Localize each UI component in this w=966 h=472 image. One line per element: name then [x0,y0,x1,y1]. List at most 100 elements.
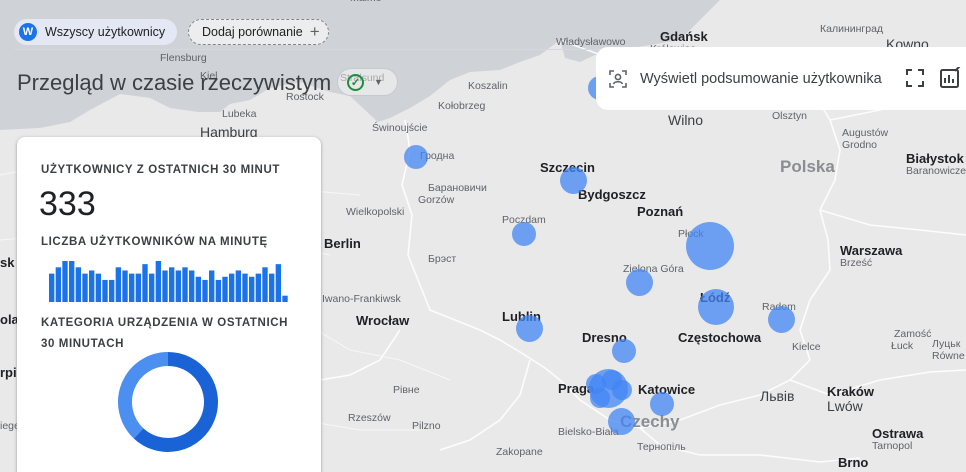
donut-segment-desktop[interactable] [118,352,169,439]
all-users-label: Wszyscy użytkownicy [45,25,166,39]
users-30min-label: UŻYTKOWNICY Z OSTATNICH 30 MINUT [41,164,280,176]
all-users-chip[interactable]: W Wszyscy użytkownicy [14,19,178,45]
users-per-minute-chart[interactable] [49,259,289,302]
minute-bar-12[interactable] [129,273,135,302]
map-bubble-łódź[interactable] [625,268,653,296]
add-comparison-button[interactable]: Dodaj porównanie + [188,19,329,45]
map-label-0: Malmö [350,0,382,4]
minute-bar-1[interactable] [55,267,62,302]
minute-bar-32[interactable] [262,267,268,302]
map-label-64: ola [0,312,19,327]
map-bubble-poznań[interactable] [512,222,536,246]
map-bubble-szczecin[interactable] [404,145,428,169]
minute-bar-2[interactable] [62,261,68,302]
minute-bar-31[interactable] [255,273,262,302]
map-bubble-katowice-cluster-2[interactable] [612,380,632,400]
map-label-54: Pilzno [412,420,441,432]
map-label-58: Tarnopol [872,440,913,452]
map-label-50: Kraków [827,384,874,399]
map-label-15: Wilno [668,112,704,128]
minute-bar-19[interactable] [175,270,182,302]
minute-bar-17[interactable] [162,270,168,302]
check-circle-icon: ✓ [347,73,364,91]
minute-bar-13[interactable] [135,273,142,302]
map-label-26: Gorzów [418,194,455,206]
device-category-donut[interactable] [117,351,219,453]
minute-bar-5[interactable] [82,273,88,302]
minute-bar-6[interactable] [89,270,95,302]
map-label-27: Wielkopolski [346,206,405,218]
map-label-59: Тернопіль [637,441,686,453]
minute-bar-30[interactable] [249,276,255,302]
users-30min-value: 333 [39,185,96,223]
minute-bar-7[interactable] [95,273,102,302]
user-summary-button[interactable]: Wyświetl podsumowanie użytkownika [640,71,882,87]
map-bubble-lublin[interactable] [767,305,795,333]
map-label-46: Równe [932,350,965,362]
minute-bar-27[interactable] [229,273,235,302]
device-category-label: KATEGORIA URZĄDZENIA W OSTATNICH [41,317,289,329]
map-bubble-bydgoszcz[interactable] [559,166,587,194]
map-bubble-wrocław[interactable] [515,314,543,342]
map-bubble-warszawa[interactable] [686,222,734,270]
minute-bar-3[interactable] [69,261,75,302]
minute-bar-9[interactable] [109,279,115,302]
map-label-17: Augustów [842,127,889,139]
map-bubble-katowice-cluster-3[interactable] [590,388,610,408]
device-category-label-2: 30 MINUTACH [41,338,125,350]
map-label-7: Koszalin [468,80,508,92]
map-bubble-częstochowa[interactable] [612,339,636,363]
users-per-minute-label: LICZBA UŻYTKOWNIKÓW NA MINUTĘ [41,236,268,248]
status-dropdown[interactable]: ✓ ▼ [337,68,398,96]
minute-bar-8[interactable] [102,279,108,302]
minute-bar-0[interactable] [49,273,55,302]
map-label-18: Grodno [842,139,878,151]
map-label-30: Poznań [637,204,684,219]
minute-bar-18[interactable] [169,267,175,302]
minute-bar-20[interactable] [182,267,188,302]
map-bubble-kraków[interactable] [650,392,674,416]
map-bubble-bielsko-biała[interactable] [607,407,635,435]
minute-bar-28[interactable] [235,270,242,302]
minute-bar-10[interactable] [115,267,122,302]
minute-bar-26[interactable] [222,276,228,302]
minute-bar-29[interactable] [242,273,248,302]
minute-bar-35[interactable] [282,295,288,302]
map-label-13: Калининград [820,23,884,35]
add-comparison-label: Dodaj porównanie [202,25,303,39]
map-label-39: Wrocław [356,313,410,328]
minute-bar-15[interactable] [149,273,155,302]
map-label-16: Olsztyn [772,110,808,122]
map-bubble-radom[interactable] [698,289,734,325]
plus-icon: + [309,22,320,41]
map-label-21: Bydgoszcz [578,187,646,202]
fullscreen-icon[interactable] [906,69,924,87]
map-label-24: Baranowicze [906,165,966,177]
map-label-11: Gdańsk [660,29,708,44]
donut-segment-mobile[interactable] [133,352,218,452]
minute-bar-23[interactable] [202,279,208,302]
map-label-61: Brno [838,455,869,470]
map-label-32: Warszawa [840,243,903,258]
minute-bar-21[interactable] [189,270,195,302]
map-label-28: Berlin [324,236,361,251]
minute-bar-16[interactable] [155,261,162,302]
minute-bar-25[interactable] [215,279,222,302]
minute-bar-22[interactable] [195,276,202,302]
map-label-45: Луцьк [932,338,961,350]
minute-bar-4[interactable] [75,267,82,302]
map-label-33: Brześć [840,257,873,269]
map-label-47: Рівне [393,384,420,396]
minute-bar-11[interactable] [122,270,128,302]
caret-down-icon: ▼ [374,77,383,87]
minute-bar-14[interactable] [142,264,148,302]
map-label-43: Zamość [894,328,932,340]
chart-edit-icon[interactable] [940,67,962,89]
user-scan-icon[interactable] [608,69,628,89]
minute-bar-33[interactable] [269,273,275,302]
map-label-57: Ostrawa [872,426,924,441]
page-title: Przegląd w czasie rzeczywistym [17,70,332,95]
minute-bar-24[interactable] [209,270,215,302]
minute-bar-34[interactable] [275,264,282,302]
map-label-25: Барановичи [428,182,487,194]
